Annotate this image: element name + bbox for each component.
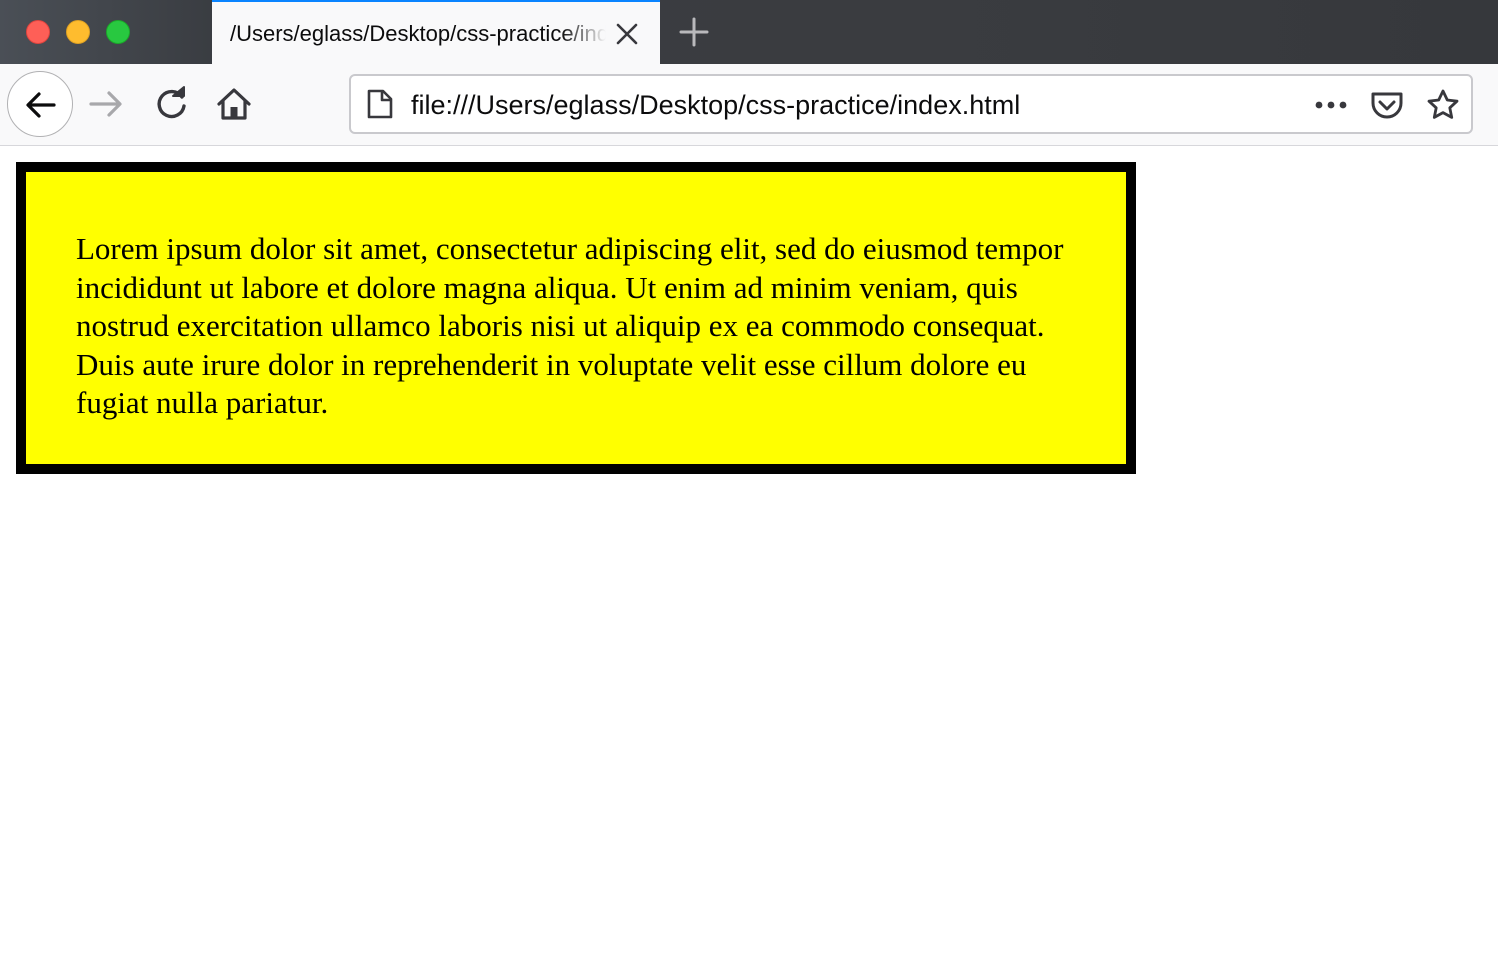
url-text[interactable]: file:///Users/eglass/Desktop/css-practic… (411, 88, 1020, 122)
home-button[interactable] (214, 84, 254, 124)
content-box: Lorem ipsum dolor sit amet, consectetur … (16, 162, 1136, 474)
plus-icon[interactable] (676, 14, 712, 50)
window-minimize-button[interactable] (66, 20, 90, 44)
window-zoom-button[interactable] (106, 20, 130, 44)
lorem-paragraph: Lorem ipsum dolor sit amet, consectetur … (76, 231, 1064, 420)
url-bar[interactable]: file:///Users/eglass/Desktop/css-practic… (349, 74, 1473, 134)
close-icon[interactable] (614, 21, 640, 47)
reload-icon (157, 86, 186, 119)
nav-toolbar: file:///Users/eglass/Desktop/css-practic… (0, 64, 1498, 146)
page-icon[interactable] (365, 88, 395, 120)
tab-title: /Users/eglass/Desktop/css-practice/index… (230, 21, 606, 46)
browser-window: /Users/eglass/Desktop/css-practice/index… (0, 0, 1498, 960)
tab-active[interactable]: /Users/eglass/Desktop/css-practice/index… (212, 0, 660, 64)
window-close-button[interactable] (26, 20, 50, 44)
tab-strip: /Users/eglass/Desktop/css-practice/index… (0, 0, 1498, 64)
reload-button[interactable] (151, 84, 191, 124)
pocket-icon[interactable] (1369, 88, 1405, 122)
arrow-right-icon (89, 91, 122, 117)
home-icon (217, 88, 251, 120)
arrow-left-icon (26, 92, 56, 118)
forward-button[interactable] (86, 84, 126, 124)
back-button[interactable] (7, 71, 73, 137)
page-content: Lorem ipsum dolor sit amet, consectetur … (0, 146, 1498, 960)
star-icon[interactable] (1425, 88, 1461, 122)
ellipsis-icon[interactable] (1313, 90, 1349, 120)
